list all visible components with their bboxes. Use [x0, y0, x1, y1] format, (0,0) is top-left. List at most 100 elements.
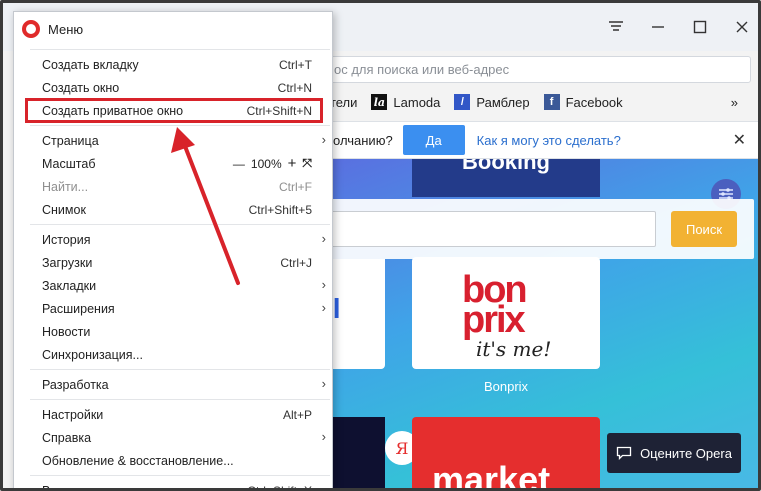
window-controls	[604, 17, 754, 37]
feedback-icon	[616, 446, 632, 460]
menu-item[interactable]: Разработка ›	[14, 373, 332, 396]
lamoda-icon: la	[371, 94, 388, 110]
menu-items: Создать вкладку Ctrl+T Создать окно Ctrl+N С…	[14, 53, 332, 491]
menu-item-label: Справка	[42, 430, 92, 445]
zoom-level: 100%	[250, 156, 282, 171]
menu-item-shortcut: Ctrl+N	[277, 80, 312, 95]
address-bar-placeholder: ос для поиска или веб-адрес	[334, 62, 510, 77]
menu-item-label: Закладки	[42, 278, 97, 293]
menu-item-shortcut: Ctrl+Shift+N	[246, 103, 312, 118]
menu-item[interactable]: История ›	[14, 228, 332, 251]
zoom-out-icon[interactable]: —	[233, 157, 245, 171]
screenshot-frame: ос для поиска или веб-адрес отели la Lam…	[0, 0, 761, 491]
bonprix-logo-bottom: prix	[462, 299, 526, 341]
menu-item[interactable]: Обновление & восстановление...	[14, 449, 332, 472]
submenu-chevron-icon: ›	[321, 132, 326, 147]
menu-item[interactable]: Закладки ›	[14, 274, 332, 297]
booking-logo-text: Booking	[462, 159, 550, 174]
menu-title: Меню	[48, 21, 84, 37]
menu-header[interactable]: Меню	[14, 12, 332, 46]
bookmarks-bar: отели la Lamoda / Рамблер f Facebook »	[323, 89, 758, 115]
address-bar[interactable]: ос для поиска или веб-адрес	[323, 56, 751, 83]
menu-item: Найти... Ctrl+F	[14, 175, 332, 198]
submenu-chevron-icon: ›	[321, 376, 326, 391]
bookmark-rambler[interactable]: / Рамблер	[454, 94, 530, 110]
minimize-icon[interactable]	[646, 17, 670, 37]
menu-item-shortcut: Ctrl+J	[280, 255, 312, 270]
menu-item-label: Расширения	[42, 301, 115, 316]
bookmark-lamoda[interactable]: la Lamoda	[371, 94, 440, 110]
rate-opera-button[interactable]: Оцените Opera	[607, 433, 741, 473]
rambler-icon: /	[454, 94, 471, 110]
zoom-control: — 100% + ⤧	[233, 155, 312, 172]
speed-dial-search-input[interactable]	[323, 211, 656, 247]
bookmark-label: Рамблер	[476, 94, 530, 110]
speed-dial-booking[interactable]: Booking	[412, 159, 600, 197]
menu-item-label: Выход из программы	[42, 483, 165, 491]
infobar-question: олчанию?	[333, 132, 393, 148]
menu-item-label: Разработка	[42, 377, 109, 392]
speed-dial-page: Booking Поиск il bon prix it's me! Bonpr…	[323, 159, 758, 491]
infobar-how-link[interactable]: Как я могу это сделать?	[477, 133, 621, 148]
menu-item-label: Новости	[42, 324, 91, 339]
menu-item[interactable]: Настройки Alt+P	[14, 403, 332, 426]
menu-item[interactable]: Страница ›	[14, 129, 332, 152]
menu-item-shortcut: Ctrl+T	[279, 57, 312, 72]
menu-item-shortcut: Ctrl+Shift+5	[248, 202, 312, 217]
submenu-chevron-icon: ›	[321, 300, 326, 315]
close-icon[interactable]	[730, 17, 754, 37]
bookmarks-more-icon[interactable]: »	[731, 95, 738, 110]
menu-item-label: Создать приватное окно	[42, 103, 184, 118]
submenu-chevron-icon: ›	[321, 277, 326, 292]
menu-item[interactable]: Расширения ›	[14, 297, 332, 320]
menu-item[interactable]: Синхронизация...	[14, 343, 332, 366]
fullscreen-icon[interactable]: ⤧	[302, 156, 312, 171]
menu-separator	[30, 369, 330, 370]
search-button[interactable]: Поиск	[671, 211, 737, 247]
menu-item-label: Создать вкладку	[42, 57, 139, 72]
menu-item-shortcut: Ctrl+F	[279, 179, 312, 194]
menu-item-label: Создать окно	[42, 80, 120, 95]
menu-item-label: Настройки	[42, 407, 104, 422]
easy-setup-icon[interactable]	[604, 17, 628, 37]
menu-item[interactable]: Новости	[14, 320, 332, 343]
speed-dial-market[interactable]: market	[412, 417, 600, 491]
menu-item[interactable]: Создать приватное окно Ctrl+Shift+N	[25, 98, 323, 123]
menu-separator	[30, 125, 330, 126]
menu-item[interactable]: Снимок Ctrl+Shift+5	[14, 198, 332, 221]
menu-item-label: Найти...	[42, 179, 89, 194]
opera-logo-icon	[22, 20, 40, 38]
menu-item-label: Масштаб	[42, 156, 96, 171]
menu-item-label: История	[42, 232, 91, 247]
bookmark-label: Lamoda	[393, 94, 441, 110]
speed-dial-bonprix[interactable]: bon prix it's me!	[412, 257, 600, 369]
menu-item[interactable]: Загрузки Ctrl+J	[14, 251, 332, 274]
menu-item[interactable]: Создать вкладку Ctrl+T	[14, 53, 332, 76]
menu-separator	[30, 475, 330, 476]
submenu-chevron-icon: ›	[321, 231, 326, 246]
infobar-yes-button[interactable]: Да	[402, 125, 465, 155]
maximize-icon[interactable]	[688, 17, 712, 37]
menu-item[interactable]: Справка ›	[14, 426, 332, 449]
bonprix-tile-label: Bonprix	[483, 379, 529, 394]
infobar-close-icon[interactable]: ✕	[733, 130, 746, 150]
rate-opera-label: Оцените Opera	[640, 445, 732, 461]
menu-item[interactable]: Масштаб — 100% + ⤧	[14, 152, 332, 175]
menu-item-label: Синхронизация...	[42, 347, 143, 362]
menu-item-shortcut: Ctrl+Shift+X	[247, 483, 312, 491]
speed-dial-search: Поиск	[323, 199, 754, 259]
zoom-in-icon[interactable]: +	[288, 155, 297, 172]
opera-main-menu: Меню Создать вкладку Ctrl+T Создать окно Ct…	[13, 11, 333, 491]
market-logo-text: market	[432, 459, 551, 491]
submenu-chevron-icon: ›	[321, 429, 326, 444]
menu-item[interactable]: Создать окно Ctrl+N	[14, 76, 332, 99]
menu-item-label: Снимок	[42, 202, 86, 217]
menu-item-label: Страница	[42, 133, 99, 148]
menu-item[interactable]: Выход из программы Ctrl+Shift+X	[14, 479, 332, 491]
bookmark-facebook[interactable]: f Facebook	[543, 94, 623, 110]
menu-separator	[30, 49, 330, 50]
default-browser-infobar: олчанию? Да Как я могу это сделать? ✕	[323, 121, 758, 159]
bookmark-label: Facebook	[565, 94, 623, 110]
menu-separator	[30, 399, 330, 400]
bonprix-tagline: it's me!	[476, 337, 552, 361]
